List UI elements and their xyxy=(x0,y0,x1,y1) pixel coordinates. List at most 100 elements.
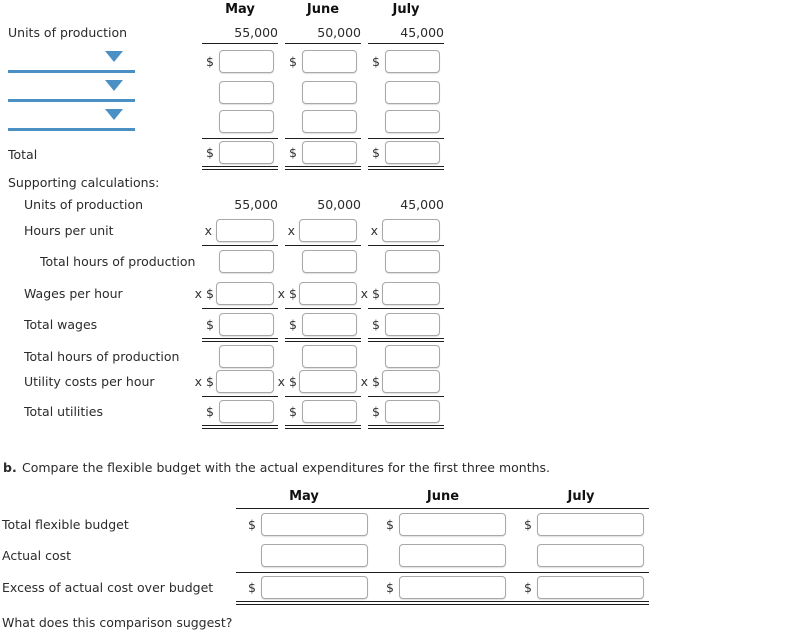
times-dollar-utility-may: x $ xyxy=(194,374,214,389)
input-total-may[interactable] xyxy=(219,141,274,164)
b-input-budget-july[interactable] xyxy=(537,513,644,536)
rule-utility-june xyxy=(285,396,361,397)
input-total-utilities-may[interactable] xyxy=(219,400,274,423)
input-total-hours2-july[interactable] xyxy=(385,345,440,368)
input-r3-july[interactable] xyxy=(385,110,440,133)
b-dollar-sign-budget-may: $ xyxy=(248,517,256,532)
input-total-hours2-june[interactable] xyxy=(302,345,357,368)
input-utility-cost-july[interactable] xyxy=(382,370,440,393)
support-label-wages-per-hour: Wages per hour xyxy=(24,286,123,301)
worksheet-canvas: May June July Units of production 55,000… xyxy=(0,0,788,632)
input-total-june[interactable] xyxy=(302,141,357,164)
rule-wages-may xyxy=(202,308,278,309)
double-rule-wages-may xyxy=(202,338,278,342)
b-rule-top xyxy=(236,508,649,509)
rule-utility-may xyxy=(202,396,278,397)
dollar-sign-total-wages-july: $ xyxy=(372,317,380,332)
input-total-wages-july[interactable] xyxy=(385,313,440,336)
dollar-sign-r1-july: $ xyxy=(372,54,380,69)
b-dollar-sign-excess-june: $ xyxy=(386,580,394,595)
b-input-actual-june[interactable] xyxy=(399,544,506,567)
b-column-header-july: July xyxy=(567,489,595,504)
units-value-may: 55,000 xyxy=(234,25,278,40)
rule-under-units-may xyxy=(202,43,278,44)
rule-under-units-july xyxy=(368,43,444,44)
cost-item-dropdown-3[interactable]: Direct materialsDirect laborUtilities xyxy=(8,105,135,131)
double-rule-total-july xyxy=(368,166,444,170)
b-dollar-sign-excess-may: $ xyxy=(248,580,256,595)
dollar-sign-total-utilities-june: $ xyxy=(289,404,297,419)
input-r1-july[interactable] xyxy=(385,50,440,73)
times-sign-hours-may: x xyxy=(204,223,212,238)
input-r3-june[interactable] xyxy=(302,110,357,133)
input-total-hours1-june[interactable] xyxy=(302,250,357,273)
rule-above-total-june xyxy=(285,138,361,139)
units-value-july: 45,000 xyxy=(400,25,444,40)
row-label-total: Total xyxy=(8,147,38,162)
input-hours-per-unit-july[interactable] xyxy=(382,219,440,242)
b-column-header-may: May xyxy=(289,489,319,504)
dollar-sign-total-may: $ xyxy=(206,145,214,160)
dollar-sign-total-wages-may: $ xyxy=(206,317,214,332)
times-dollar-wages-july: x $ xyxy=(360,286,380,301)
b-dollar-sign-budget-june: $ xyxy=(386,517,394,532)
times-sign-hours-july: x xyxy=(370,223,378,238)
support-label-units-of-production: Units of production xyxy=(24,197,144,212)
input-total-hours1-july[interactable] xyxy=(385,250,440,273)
b-rule-middle xyxy=(236,572,649,573)
input-r2-may[interactable] xyxy=(219,81,274,104)
rule-utility-july xyxy=(368,396,444,397)
cost-item-dropdown-2[interactable]: Direct materialsDirect laborUtilities xyxy=(8,76,135,102)
input-total-hours2-may[interactable] xyxy=(219,345,274,368)
input-total-wages-may[interactable] xyxy=(219,313,274,336)
support-label-total-hours-2: Total hours of production xyxy=(24,349,180,364)
b-row-label-actual-cost: Actual cost xyxy=(2,548,72,563)
times-dollar-utility-july: x $ xyxy=(360,374,380,389)
input-wages-per-hour-may[interactable] xyxy=(216,282,274,305)
b-input-excess-july[interactable] xyxy=(537,576,644,599)
b-input-actual-may[interactable] xyxy=(261,544,368,567)
input-r1-may[interactable] xyxy=(219,50,274,73)
support-label-hours-per-unit: Hours per unit xyxy=(24,223,114,238)
units-value-june: 50,000 xyxy=(317,25,361,40)
b-dollar-sign-excess-july: $ xyxy=(524,580,532,595)
rule-hours-july xyxy=(368,245,444,246)
rule-above-total-may xyxy=(202,138,278,139)
b-input-excess-june[interactable] xyxy=(399,576,506,599)
b-input-budget-june[interactable] xyxy=(399,513,506,536)
input-wages-per-hour-june[interactable] xyxy=(299,282,357,305)
support-label-total-utilities: Total utilities xyxy=(24,404,103,419)
input-r3-may[interactable] xyxy=(219,110,274,133)
supporting-calculations-title: Supporting calculations: xyxy=(8,175,160,190)
double-rule-wages-july xyxy=(368,338,444,342)
support-label-total-wages: Total wages xyxy=(24,317,98,332)
dollar-sign-total-july: $ xyxy=(372,145,380,160)
double-rule-total-may xyxy=(202,166,278,170)
input-utility-cost-june[interactable] xyxy=(299,370,357,393)
double-rule-utilities-may xyxy=(202,425,278,429)
input-r2-july[interactable] xyxy=(385,81,440,104)
b-double-rule-bottom xyxy=(236,601,649,605)
times-dollar-wages-june: x $ xyxy=(277,286,297,301)
column-header-june: June xyxy=(306,2,340,17)
input-total-utilities-june[interactable] xyxy=(302,400,357,423)
dollar-sign-r1-june: $ xyxy=(289,54,297,69)
rule-wages-june xyxy=(285,308,361,309)
b-input-actual-july[interactable] xyxy=(537,544,644,567)
b-input-excess-may[interactable] xyxy=(261,576,368,599)
rule-hours-may xyxy=(202,245,278,246)
input-hours-per-unit-may[interactable] xyxy=(216,219,274,242)
input-total-hours1-may[interactable] xyxy=(219,250,274,273)
input-total-wages-june[interactable] xyxy=(302,313,357,336)
input-total-july[interactable] xyxy=(385,141,440,164)
input-total-utilities-july[interactable] xyxy=(385,400,440,423)
input-wages-per-hour-july[interactable] xyxy=(382,282,440,305)
input-r2-june[interactable] xyxy=(302,81,357,104)
input-r1-june[interactable] xyxy=(302,50,357,73)
times-dollar-wages-may: x $ xyxy=(194,286,214,301)
input-utility-cost-may[interactable] xyxy=(216,370,274,393)
dollar-sign-total-june: $ xyxy=(289,145,297,160)
input-hours-per-unit-june[interactable] xyxy=(299,219,357,242)
cost-item-dropdown-1[interactable]: Direct materialsDirect laborUtilities xyxy=(8,47,135,73)
b-input-budget-may[interactable] xyxy=(261,513,368,536)
